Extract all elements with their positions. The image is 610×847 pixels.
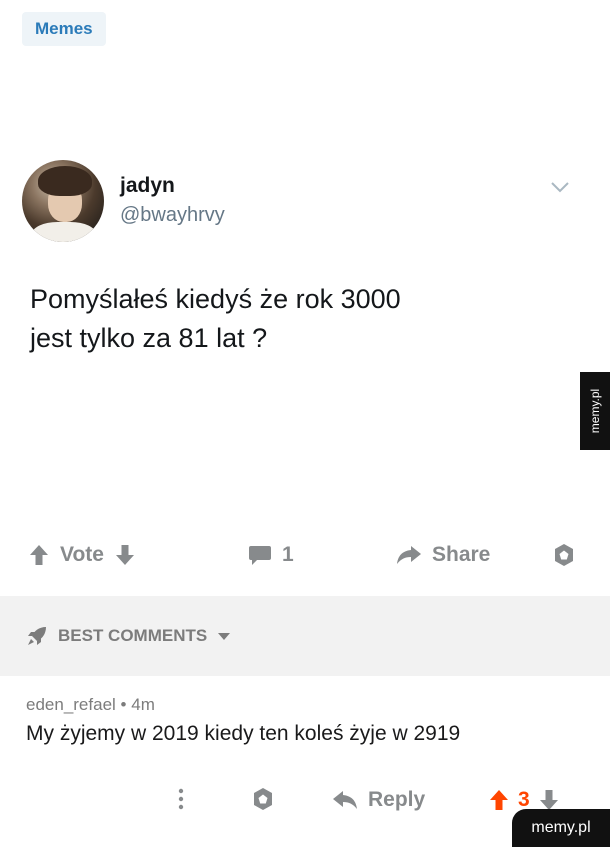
more-options-icon[interactable] [178, 788, 184, 810]
caret-down-icon [218, 633, 231, 640]
award-icon[interactable] [251, 787, 275, 811]
comment-body: My żyjemy w 2019 kiedy ten koleś żyje w … [26, 722, 461, 745]
rocket-icon [28, 627, 46, 645]
avatar[interactable] [22, 160, 104, 242]
award-icon[interactable] [552, 543, 576, 567]
downvote-icon[interactable] [114, 543, 136, 567]
footer-watermark-text: memy.pl [531, 819, 591, 836]
reply-icon [333, 791, 357, 809]
post-action-bar: Vote 1 Share [0, 530, 610, 580]
share-label: Share [432, 543, 491, 566]
tweet-text: Pomyślałeś kiedyś że rok 3000 jest tylko… [30, 280, 570, 358]
reply-label: Reply [368, 788, 426, 811]
share-button[interactable]: Share [396, 530, 490, 580]
tweet-text-line-1: Pomyślałeś kiedyś że rok 3000 [30, 284, 401, 314]
vote-label: Vote [60, 543, 104, 566]
comment-author[interactable]: eden_refael [26, 695, 116, 714]
side-watermark: memy.pl [580, 372, 610, 450]
best-comments-label: BEST COMMENTS [58, 626, 208, 645]
display-name[interactable]: jadyn [120, 174, 175, 198]
meta-separator: • [120, 695, 127, 714]
side-watermark-text: memy.pl [588, 388, 603, 434]
comment-count: 1 [282, 543, 294, 566]
tweet-text-line-2: jest tylko za 81 lat ? [30, 323, 268, 353]
user-handle[interactable]: @bwayhrvy [120, 204, 225, 227]
share-icon [397, 546, 421, 564]
upvote-icon[interactable] [28, 543, 50, 567]
comment-icon [249, 546, 271, 565]
comment-age: 4m [131, 695, 155, 714]
tweet-header: jadyn @bwayhrvy [22, 160, 592, 246]
vote-group: Vote [28, 530, 136, 580]
reply-button[interactable]: Reply [332, 775, 425, 825]
comments-button[interactable]: 1 [248, 530, 294, 580]
comment-meta: eden_refael • 4m [26, 695, 155, 715]
upvote-icon[interactable] [488, 788, 510, 812]
best-comments-sort[interactable]: BEST COMMENTS [0, 596, 610, 676]
subreddit-tag[interactable]: Memes [22, 12, 106, 46]
footer-watermark: memy.pl [512, 809, 610, 847]
chevron-down-icon[interactable] [550, 180, 570, 194]
subreddit-tag-label: Memes [35, 19, 93, 38]
